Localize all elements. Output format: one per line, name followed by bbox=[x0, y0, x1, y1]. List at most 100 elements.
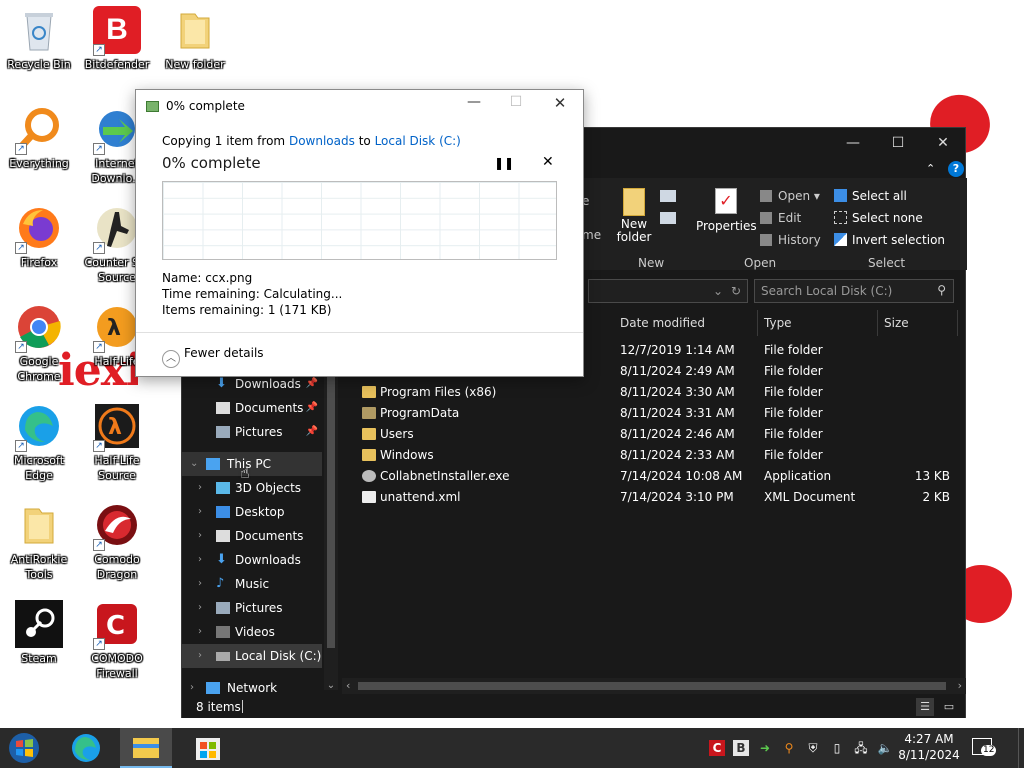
file-row[interactable]: unattend.xml 7/14/2024 3:10 PM XML Documen… bbox=[340, 487, 966, 508]
new-item-icon[interactable] bbox=[660, 190, 676, 202]
desktop-icon-steam[interactable]: Steam bbox=[1, 600, 77, 666]
easy-access-icon[interactable] bbox=[660, 212, 676, 224]
desktop-icon-comodo-dragon[interactable]: ↗ Comodo Dragon bbox=[79, 501, 155, 582]
desktop-icon-firefox[interactable]: ↗ Firefox bbox=[1, 204, 77, 270]
network-tray-icon[interactable]: 🖧 bbox=[853, 740, 869, 756]
taskbar-file-explorer-button[interactable] bbox=[120, 728, 172, 768]
file-row[interactable]: Program Files (x86) 8/11/2024 3:30 AM File… bbox=[340, 382, 966, 403]
detail-value: Calculating... bbox=[263, 287, 343, 301]
source-link[interactable]: Downloads bbox=[289, 134, 355, 148]
svg-text:C: C bbox=[106, 611, 125, 641]
nav-scroll-down-icon[interactable]: ⌄ bbox=[324, 680, 338, 691]
desktop-icon-recycle-bin[interactable]: Recycle Bin bbox=[1, 6, 77, 72]
desktop-icon-label: AntiRorkie Tools bbox=[10, 553, 68, 581]
comodo-tray-icon[interactable]: C bbox=[709, 740, 725, 756]
scroll-left-icon[interactable]: ‹ bbox=[346, 679, 350, 692]
pin-icon: 📌 bbox=[305, 402, 318, 413]
desktop-icon-comodo-firewall[interactable]: C ↗ COMODO Firewall bbox=[79, 600, 155, 681]
search-input[interactable]: Search Local Disk (C:) ⚲ bbox=[754, 279, 954, 303]
history-button[interactable]: History bbox=[760, 233, 821, 247]
taskbar-store-button[interactable] bbox=[186, 728, 234, 768]
nav-item-this-pc[interactable]: ⌄ This PC bbox=[182, 452, 322, 476]
desktop-icon-new-folder[interactable]: New folder bbox=[157, 6, 233, 72]
dialog-minimize-button[interactable]: — bbox=[464, 94, 484, 110]
nav-item-desktop[interactable]: › Desktop bbox=[182, 500, 322, 524]
clock[interactable]: 4:27 AM 8/11/2024 bbox=[898, 731, 960, 763]
desktop-icon-antirorkie-tools[interactable]: AntiRorkie Tools bbox=[1, 501, 77, 582]
select-none-button[interactable]: Select none bbox=[834, 211, 923, 225]
desktop-icon-label: Recycle Bin bbox=[7, 58, 71, 71]
file-date: 8/11/2024 2:46 AM bbox=[620, 427, 735, 441]
file-name: ProgramData bbox=[380, 406, 460, 420]
chevron-down-icon: ⌄ bbox=[190, 458, 199, 469]
open-button[interactable]: Open ▾ bbox=[760, 189, 820, 203]
dialog-close-button[interactable]: ✕ bbox=[550, 94, 570, 112]
navigation-pane: ⬇ Downloads 📌 Documents 📌 Pictures 📌 ⌄ This P… bbox=[182, 372, 322, 702]
volume-muted-icon[interactable]: 🔈 bbox=[877, 740, 893, 756]
file-row[interactable]: CollabnetInstaller.exe 7/14/2024 10:08 AM… bbox=[340, 466, 966, 487]
comodo-firewall-icon: C ↗ bbox=[93, 600, 141, 650]
detail-label: Items remaining: bbox=[162, 303, 265, 317]
maximize-button[interactable]: ☐ bbox=[875, 128, 921, 158]
desktop-icon-half-life-source[interactable]: λ ↗ Half-Life Source bbox=[79, 402, 155, 483]
nav-label: Downloads bbox=[235, 553, 301, 567]
invert-selection-button[interactable]: Invert selection bbox=[834, 233, 945, 247]
file-type: XML Document bbox=[764, 490, 856, 504]
start-button[interactable] bbox=[0, 728, 48, 768]
help-icon[interactable]: ? bbox=[948, 161, 964, 177]
taskbar-edge-button[interactable] bbox=[62, 728, 110, 768]
desktop-icon-bitdefender[interactable]: B ↗ Bitdefender bbox=[79, 6, 155, 72]
nav-item-music[interactable]: › ♪ Music bbox=[182, 572, 322, 596]
file-row[interactable]: Users 8/11/2024 2:46 AM File folder bbox=[340, 424, 966, 445]
nav-item-downloads[interactable]: › ⬇ Downloads bbox=[182, 548, 322, 572]
details-view-icon[interactable]: ☰ bbox=[916, 698, 934, 716]
nav-item-videos[interactable]: › Videos bbox=[182, 620, 322, 644]
column-header-date[interactable]: Date modified bbox=[614, 310, 758, 336]
column-header-size[interactable]: Size bbox=[878, 310, 958, 336]
search-icon: ⚲ bbox=[937, 283, 946, 297]
edit-button[interactable]: Edit bbox=[760, 211, 801, 225]
file-row[interactable]: ProgramData 8/11/2024 3:31 AM File folder bbox=[340, 403, 966, 424]
close-button[interactable]: ✕ bbox=[920, 128, 966, 158]
cancel-copy-button[interactable]: ✕ bbox=[542, 154, 554, 170]
large-icons-view-icon[interactable]: ▭ bbox=[940, 698, 958, 716]
desktop-icon-microsoft-edge[interactable]: ↗ Microsoft Edge bbox=[1, 402, 77, 483]
file-row[interactable]: Windows 8/11/2024 2:33 AM File folder bbox=[340, 445, 966, 466]
file-date: 8/11/2024 2:49 AM bbox=[620, 364, 735, 378]
refresh-icon[interactable]: ↻ bbox=[731, 284, 741, 298]
pause-button[interactable]: ❚❚ bbox=[494, 156, 514, 170]
properties-button[interactable]: ✓ Properties bbox=[696, 188, 757, 233]
scroll-right-icon[interactable]: › bbox=[958, 679, 962, 692]
show-desktop-button[interactable] bbox=[1018, 728, 1024, 768]
minimize-button[interactable]: — bbox=[830, 128, 876, 158]
everything-tray-icon[interactable]: ⚲ bbox=[781, 740, 797, 756]
bitdefender-tray-icon[interactable]: B bbox=[733, 740, 749, 756]
file-name: Windows bbox=[380, 448, 434, 462]
select-all-button[interactable]: Select all bbox=[834, 189, 907, 203]
fewer-details-button[interactable]: ︿ Fewer details bbox=[162, 346, 264, 368]
notification-center-icon[interactable]: 12 bbox=[972, 738, 997, 756]
destination-link[interactable]: Local Disk (C:) bbox=[375, 134, 461, 148]
nav-item-pictures-quick[interactable]: Pictures 📌 bbox=[182, 420, 322, 444]
nav-item-3d-objects[interactable]: › 3D Objects bbox=[182, 476, 322, 500]
ribbon-partial-label: me bbox=[582, 228, 602, 242]
folder-icon bbox=[15, 501, 63, 549]
usb-tray-icon[interactable]: ▯ bbox=[829, 740, 845, 756]
shield-tray-icon[interactable]: ⛨ bbox=[805, 740, 821, 756]
scrollbar-thumb[interactable] bbox=[358, 682, 946, 690]
desktop-icon-google-chrome[interactable]: ↗ Google Chrome bbox=[1, 303, 77, 384]
horizontal-scrollbar[interactable]: ‹ › bbox=[342, 678, 966, 694]
ribbon-collapse-icon[interactable]: ⌃ bbox=[926, 162, 935, 175]
desktop-icon-everything[interactable]: ↗ Everything bbox=[1, 105, 77, 171]
desktop-icon-label: Google Chrome bbox=[17, 355, 61, 383]
new-folder-button[interactable]: New folder bbox=[614, 188, 654, 244]
nav-item-documents[interactable]: › Documents bbox=[182, 524, 322, 548]
nav-item-documents-quick[interactable]: Documents 📌 bbox=[182, 396, 322, 420]
nav-item-local-disk[interactable]: › Local Disk (C:) bbox=[182, 644, 322, 668]
address-bar[interactable]: ⌄ ↻ bbox=[588, 279, 748, 303]
nav-item-pictures[interactable]: › Pictures bbox=[182, 596, 322, 620]
bitdefender-icon: B ↗ bbox=[93, 6, 141, 56]
download-manager-tray-icon[interactable]: ➜ bbox=[757, 740, 773, 756]
column-header-type[interactable]: Type bbox=[758, 310, 878, 336]
dialog-maximize-button: ☐ bbox=[509, 94, 523, 110]
